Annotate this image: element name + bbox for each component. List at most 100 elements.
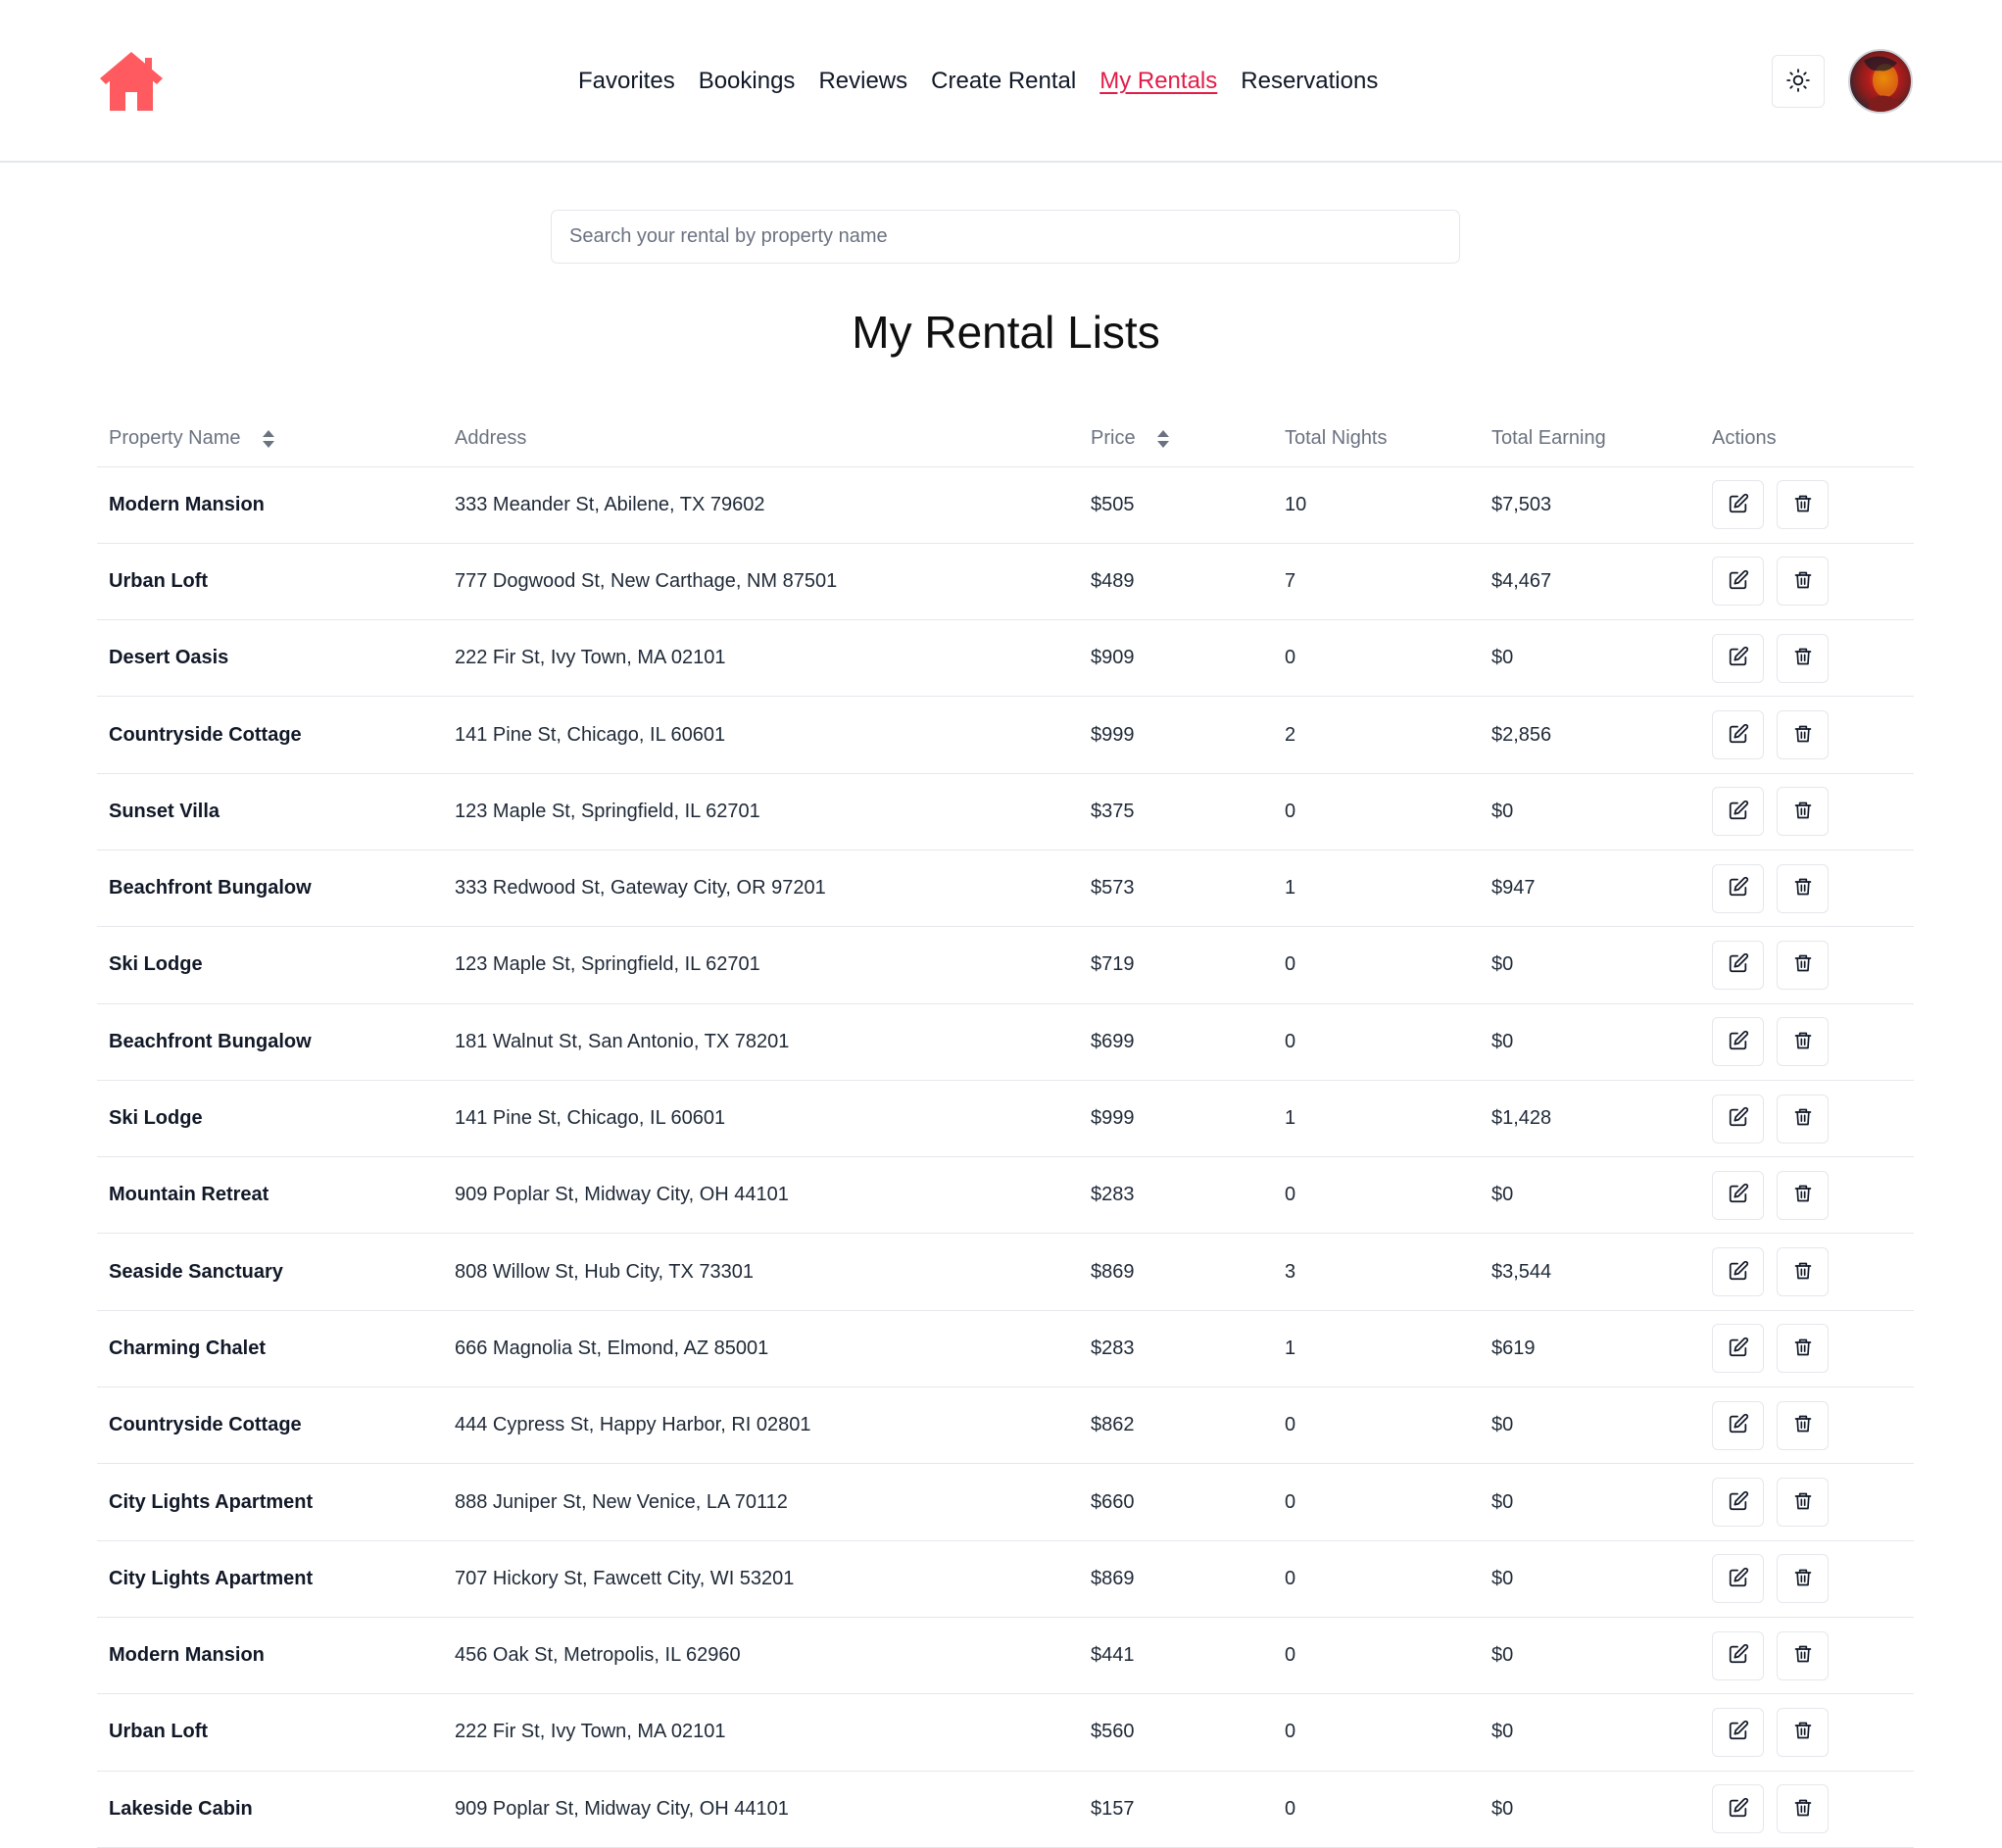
search-input[interactable] — [551, 210, 1460, 264]
total-earning: $0 — [1480, 1386, 1700, 1465]
property-price: $999 — [1079, 696, 1273, 774]
nav-link-favorites[interactable]: Favorites — [578, 68, 675, 95]
total-nights: 2 — [1273, 696, 1480, 774]
avatar[interactable] — [1848, 49, 1913, 114]
edit-button[interactable] — [1712, 1554, 1764, 1604]
delete-button[interactable] — [1777, 1400, 1829, 1450]
delete-button[interactable] — [1777, 557, 1829, 607]
edit-button[interactable] — [1712, 710, 1764, 760]
delete-button[interactable] — [1777, 633, 1829, 683]
table-row: Ski Lodge 123 Maple St, Springfield, IL … — [97, 926, 1914, 1004]
property-name: Mountain Retreat — [97, 1156, 443, 1235]
table-row: Countryside Cottage 141 Pine St, Chicago… — [97, 696, 1914, 774]
delete-button[interactable] — [1777, 1707, 1829, 1757]
edit-icon — [1728, 493, 1749, 517]
row-actions — [1700, 1003, 1914, 1081]
property-name: Countryside Cottage — [97, 696, 443, 774]
edit-button[interactable] — [1712, 1784, 1764, 1834]
table-row: Countryside Cottage 444 Cypress St, Happ… — [97, 1386, 1914, 1465]
edit-icon — [1728, 876, 1749, 900]
edit-button[interactable] — [1712, 787, 1764, 837]
delete-button[interactable] — [1777, 1094, 1829, 1143]
edit-button[interactable] — [1712, 1017, 1764, 1067]
trash-icon — [1793, 953, 1813, 976]
delete-button[interactable] — [1777, 787, 1829, 837]
delete-button[interactable] — [1777, 1630, 1829, 1680]
edit-button[interactable] — [1712, 557, 1764, 607]
edit-button[interactable] — [1712, 633, 1764, 683]
property-price: $489 — [1079, 543, 1273, 621]
total-nights: 0 — [1273, 1617, 1480, 1695]
row-actions — [1700, 1156, 1914, 1235]
nav-link-my-rentals[interactable]: My Rentals — [1099, 68, 1217, 95]
column-header-property-name[interactable]: Property Name — [97, 412, 443, 467]
total-earning: $0 — [1480, 619, 1700, 698]
trash-icon — [1793, 1261, 1813, 1284]
property-address: 909 Poplar St, Midway City, OH 44101 — [443, 1156, 1079, 1235]
delete-button[interactable] — [1777, 940, 1829, 990]
edit-button[interactable] — [1712, 1247, 1764, 1297]
edit-button[interactable] — [1712, 1324, 1764, 1374]
total-nights: 0 — [1273, 773, 1480, 851]
delete-button[interactable] — [1777, 1170, 1829, 1220]
table-row: Lakeside Cabin 909 Poplar St, Midway Cit… — [97, 1771, 1914, 1848]
edit-button[interactable] — [1712, 1400, 1764, 1450]
total-nights: 1 — [1273, 850, 1480, 928]
main-nav: Favorites Bookings Reviews Create Rental… — [578, 61, 1378, 102]
total-earning: $0 — [1480, 1156, 1700, 1235]
property-address: 123 Maple St, Springfield, IL 62701 — [443, 773, 1079, 851]
sort-icon[interactable] — [262, 429, 274, 448]
row-actions — [1700, 1771, 1914, 1848]
delete-button[interactable] — [1777, 710, 1829, 760]
total-earning: $619 — [1480, 1310, 1700, 1388]
delete-button[interactable] — [1777, 1017, 1829, 1067]
nav-link-create-rental[interactable]: Create Rental — [931, 68, 1076, 95]
edit-button[interactable] — [1712, 1707, 1764, 1757]
edit-button[interactable] — [1712, 1094, 1764, 1143]
total-earning: $4,467 — [1480, 543, 1700, 621]
delete-button[interactable] — [1777, 1247, 1829, 1297]
total-earning: $947 — [1480, 850, 1700, 928]
edit-button[interactable] — [1712, 863, 1764, 913]
edit-button[interactable] — [1712, 1630, 1764, 1680]
row-actions — [1700, 1693, 1914, 1772]
edit-button[interactable] — [1712, 1478, 1764, 1527]
total-nights: 0 — [1273, 1156, 1480, 1235]
delete-button[interactable] — [1777, 863, 1829, 913]
total-earning: $0 — [1480, 1617, 1700, 1695]
property-address: 888 Juniper St, New Venice, LA 70112 — [443, 1463, 1079, 1541]
property-name: Charming Chalet — [97, 1310, 443, 1388]
total-nights: 0 — [1273, 1540, 1480, 1618]
nav-link-bookings[interactable]: Bookings — [699, 68, 796, 95]
property-name: Beachfront Bungalow — [97, 1003, 443, 1081]
delete-button[interactable] — [1777, 480, 1829, 530]
theme-toggle-button[interactable] — [1772, 55, 1825, 108]
nav-link-reservations[interactable]: Reservations — [1241, 68, 1378, 95]
edit-icon — [1728, 1413, 1749, 1437]
edit-icon — [1728, 1260, 1749, 1285]
sort-icon[interactable] — [1156, 429, 1169, 448]
total-nights: 0 — [1273, 1771, 1480, 1848]
delete-button[interactable] — [1777, 1478, 1829, 1527]
column-header-price[interactable]: Price — [1079, 412, 1273, 467]
total-earning: $0 — [1480, 1463, 1700, 1541]
table-header-row: Property Name Address Price Total Nights… — [97, 412, 1914, 467]
delete-button[interactable] — [1777, 1554, 1829, 1604]
property-address: 808 Willow St, Hub City, TX 73301 — [443, 1233, 1079, 1311]
property-address: 141 Pine St, Chicago, IL 60601 — [443, 1080, 1079, 1158]
house-icon[interactable] — [98, 49, 165, 114]
property-address: 777 Dogwood St, New Carthage, NM 87501 — [443, 543, 1079, 621]
trash-icon — [1793, 1798, 1813, 1821]
trash-icon — [1793, 1721, 1813, 1743]
edit-button[interactable] — [1712, 940, 1764, 990]
delete-button[interactable] — [1777, 1324, 1829, 1374]
row-actions — [1700, 1233, 1914, 1311]
total-nights: 0 — [1273, 1003, 1480, 1081]
total-earning: $2,856 — [1480, 696, 1700, 774]
table-row: Mountain Retreat 909 Poplar St, Midway C… — [97, 1156, 1914, 1235]
edit-button[interactable] — [1712, 480, 1764, 530]
edit-button[interactable] — [1712, 1170, 1764, 1220]
nav-link-reviews[interactable]: Reviews — [818, 68, 907, 95]
total-earning: $0 — [1480, 1003, 1700, 1081]
delete-button[interactable] — [1777, 1784, 1829, 1834]
